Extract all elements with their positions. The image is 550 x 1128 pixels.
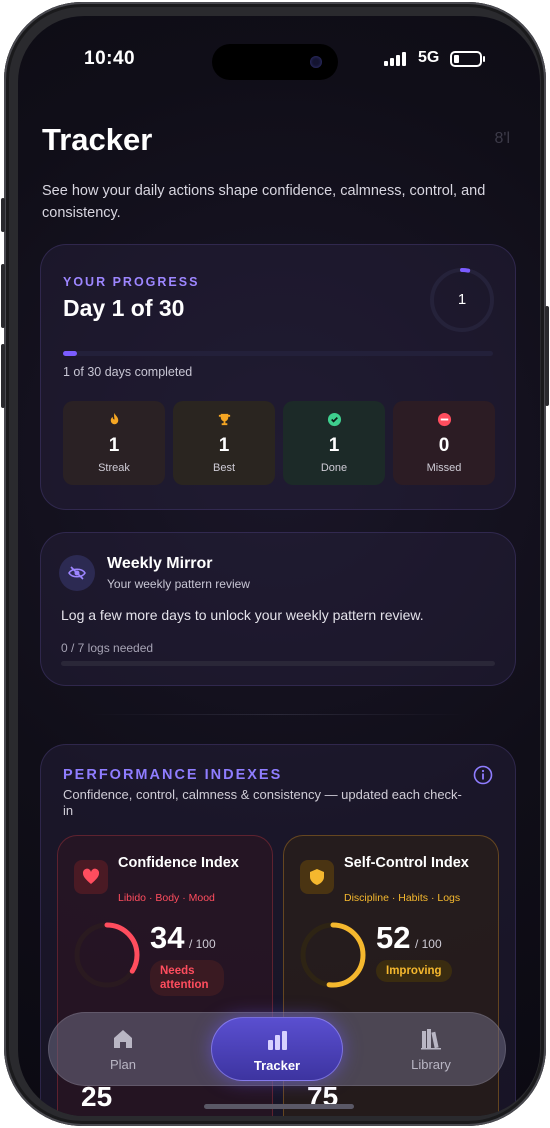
mirror-subtitle: Your weekly pattern review <box>107 577 250 591</box>
stat-done[interactable]: 1 Done <box>283 401 385 485</box>
stat-best[interactable]: 1 Best <box>173 401 275 485</box>
eye-off-icon <box>59 555 95 591</box>
progress-card: YOUR PROGRESS Day 1 of 30 1 1 of 30 days… <box>40 244 516 510</box>
check-badge-icon <box>283 412 385 428</box>
index-score-value: 34 <box>150 920 185 955</box>
stat-value: 1 <box>108 435 120 456</box>
volume-up-button <box>1 264 5 328</box>
mute-switch <box>1 198 5 232</box>
stat-value: 1 <box>218 435 230 456</box>
header-action-icon[interactable]: 8'l <box>494 130 510 148</box>
mirror-message: Log a few more days to unlock your weekl… <box>61 607 424 623</box>
info-icon[interactable] <box>473 765 493 785</box>
tab-library[interactable]: Library <box>365 1017 497 1081</box>
tab-label: Tracker <box>253 1058 301 1073</box>
volume-down-button <box>1 344 5 408</box>
tab-label: Plan <box>109 1057 137 1072</box>
stat-label: Missed <box>426 462 462 474</box>
signal-icon <box>384 52 408 66</box>
index-score-max: / 100 <box>414 937 442 951</box>
network-label: 5G <box>418 49 440 66</box>
index-score: 34 / 100 <box>150 920 216 956</box>
stats-row: 1 Streak 1 Best 1 Done 0 Missed <box>63 401 495 487</box>
section-divider <box>88 714 468 715</box>
stat-label: Done <box>320 462 348 474</box>
mirror-logs-note: 0 / 7 logs needed <box>61 641 154 655</box>
performance-subtitle: Confidence, control, calmness & consiste… <box>63 787 462 818</box>
index-tags: Discipline · Habits · Logs <box>344 892 461 904</box>
index-ring <box>298 920 368 990</box>
stat-value: 0 <box>438 435 450 456</box>
index-title: Self-Control Index <box>344 855 469 871</box>
stat-label: Streak <box>98 462 130 474</box>
status-time: 10:40 <box>84 48 136 69</box>
page-title: Tracker <box>42 122 153 157</box>
page-subtitle: See how your daily actions shape confide… <box>42 183 486 221</box>
books-icon <box>365 1027 497 1051</box>
stat-value: 1 <box>328 435 340 456</box>
tab-bar: Plan Tracker Library <box>48 1012 506 1086</box>
index-status-badge: Improving <box>376 960 452 982</box>
tab-label: Library <box>411 1057 451 1072</box>
mirror-logs-bar <box>61 661 495 666</box>
index-score-max: / 100 <box>188 937 216 951</box>
tab-tracker[interactable]: Tracker <box>211 1017 343 1081</box>
progress-ring-value: 1 <box>457 291 467 308</box>
tab-plan[interactable]: Plan <box>57 1017 189 1081</box>
index-title: Confidence Index <box>118 855 239 871</box>
progress-eyebrow: YOUR PROGRESS <box>63 275 200 289</box>
index-status-badge: Needs attention <box>150 960 224 996</box>
flame-icon <box>63 412 165 428</box>
shield-icon <box>300 860 334 894</box>
app-screen: 10:40 5G Tracker 8'l See how your daily … <box>18 16 540 1116</box>
weekly-mirror-card[interactable]: Weekly Mirror Your weekly pattern review… <box>40 532 516 686</box>
stat-missed[interactable]: 0 Missed <box>393 401 495 485</box>
minus-circle-icon <box>393 412 495 428</box>
bar-chart-icon <box>212 1028 342 1052</box>
home-icon <box>57 1027 189 1051</box>
dynamic-island <box>212 44 338 80</box>
progress-bar-fill <box>63 351 78 356</box>
index-tags: Libido · Body · Mood <box>118 892 215 904</box>
index-ring <box>72 920 142 990</box>
trophy-icon <box>173 412 275 428</box>
stat-label: Best <box>212 462 235 474</box>
home-indicator <box>204 1104 354 1109</box>
progress-ring: 1 <box>429 267 495 333</box>
mirror-title: Weekly Mirror <box>107 555 213 572</box>
stat-streak[interactable]: 1 Streak <box>63 401 165 485</box>
heart-icon <box>74 860 108 894</box>
camera-icon <box>310 56 322 68</box>
index-score-value: 52 <box>376 920 411 955</box>
progress-bar <box>63 351 493 356</box>
battery-icon <box>450 51 485 67</box>
progress-note: 1 of 30 days completed <box>63 365 193 379</box>
power-button <box>545 306 549 406</box>
performance-title: PERFORMANCE INDEXES <box>63 767 283 783</box>
index-score: 52 / 100 <box>376 920 442 956</box>
status-bar: 10:40 5G <box>18 44 540 80</box>
phone-frame: 10:40 5G Tracker 8'l See how your daily … <box>1 2 549 1126</box>
day-title: Day 1 of 30 <box>63 295 185 321</box>
